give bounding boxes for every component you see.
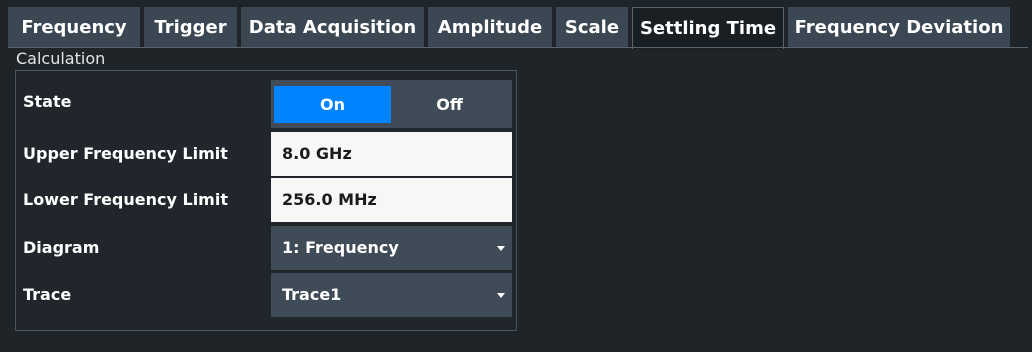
trace-label: Trace: [23, 285, 72, 304]
diagram-select-value: 1: Frequency: [282, 238, 399, 257]
trace-select-value: Trace1: [282, 285, 342, 304]
diagram-select[interactable]: 1: Frequency: [271, 226, 512, 270]
chevron-down-icon: [497, 246, 505, 251]
diagram-label: Diagram: [23, 238, 100, 257]
tab-frequency[interactable]: Frequency: [8, 7, 140, 47]
trace-select[interactable]: Trace1: [271, 273, 512, 317]
state-row: State On Off: [23, 80, 513, 128]
lower-frequency-limit-field[interactable]: 256.0 MHz: [271, 178, 512, 222]
tab-data-acquisition[interactable]: Data Acquisition: [241, 7, 424, 47]
state-label: State: [23, 92, 72, 111]
tab-frequency-deviation[interactable]: Frequency Deviation: [788, 7, 1010, 47]
state-on-button[interactable]: On: [274, 85, 391, 123]
tab-trigger[interactable]: Trigger: [144, 7, 237, 47]
chevron-down-icon: [497, 293, 505, 298]
tab-amplitude[interactable]: Amplitude: [428, 7, 552, 47]
state-toggle: On Off: [271, 80, 512, 128]
diagram-row: Diagram 1: Frequency: [23, 226, 513, 270]
upper-frequency-limit-row: Upper Frequency Limit 8.0 GHz: [23, 132, 513, 176]
tab-settling-time[interactable]: Settling Time: [632, 7, 784, 49]
upper-frequency-limit-label: Upper Frequency Limit: [23, 144, 228, 163]
upper-frequency-limit-field[interactable]: 8.0 GHz: [271, 132, 512, 176]
state-off-button[interactable]: Off: [391, 86, 508, 123]
lower-frequency-limit-row: Lower Frequency Limit 256.0 MHz: [23, 178, 513, 222]
lower-frequency-limit-label: Lower Frequency Limit: [23, 190, 228, 209]
tab-bar: Frequency Trigger Data Acquisition Ampli…: [8, 7, 1028, 49]
trace-row: Trace Trace1: [23, 273, 513, 317]
calculation-group-title: Calculation: [16, 49, 106, 68]
tab-scale[interactable]: Scale: [556, 7, 628, 47]
tab-divider: [8, 47, 1028, 48]
